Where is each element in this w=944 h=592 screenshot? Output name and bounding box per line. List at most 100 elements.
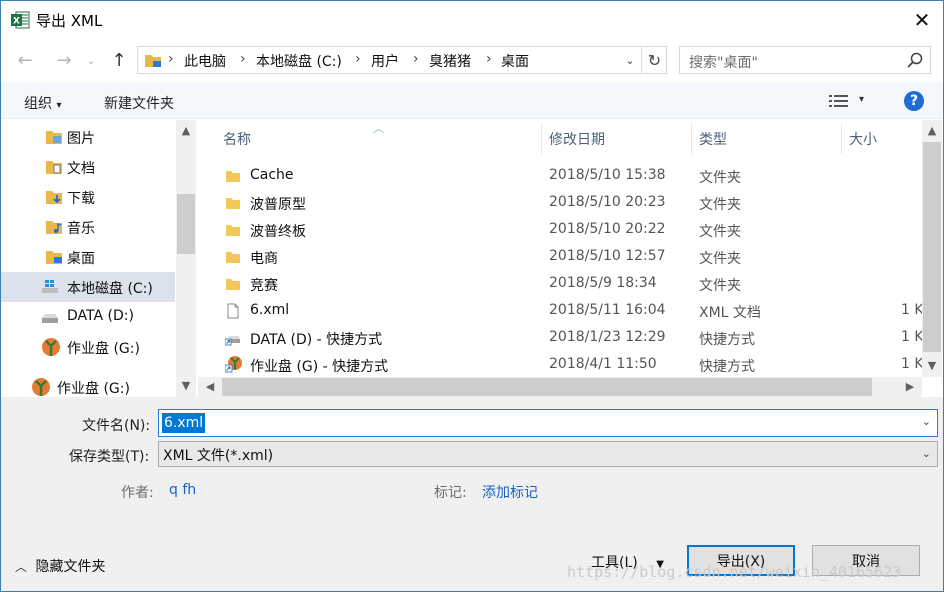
excel-icon: X [11,11,30,29]
file-name: 竞赛 [250,278,278,294]
scroll-down-icon[interactable]: ▼ [922,359,942,372]
breadcrumb-separator: › [240,51,246,67]
file-row-bopu-final[interactable]: 波普终板 2018/5/10 20:22 文件夹 [198,217,922,244]
file-type: 文件夹 [699,170,741,186]
file-row-cache[interactable]: Cache 2018/5/10 15:38 文件夹 [198,163,922,190]
column-header-row: ︿ 名称 修改日期 类型 大小 [198,120,922,156]
organize-label: 组织 [24,96,52,112]
scroll-right-icon[interactable]: ▶ [900,380,920,393]
sidebar-item-pictures[interactable]: 图片 [1,122,175,152]
scrollbar-thumb[interactable] [177,194,195,254]
file-name: 电商 [250,251,278,267]
address-bar[interactable]: › 此电脑 › 本地磁盘 (C:) › 用户 › 臭猪猪 › 桌面 [137,46,642,74]
recent-locations-button[interactable]: ⌄ [82,47,100,73]
file-row-bopu-prototype[interactable]: 波普原型 2018/5/10 20:23 文件夹 [198,190,922,217]
column-header-size[interactable]: 大小 [849,129,877,149]
column-header-date[interactable]: 修改日期 [549,129,605,149]
author-label: 作者: [121,485,154,501]
breadcrumb-user[interactable]: 臭猪猪 [429,51,471,71]
breadcrumb-users[interactable]: 用户 [371,51,399,71]
file-size: 1 K [901,302,924,318]
file-type: 文件夹 [699,224,741,240]
file-list-vertical-scrollbar[interactable]: ▲ ▼ [922,120,942,377]
new-folder-button[interactable]: 新建文件夹 [104,93,174,113]
file-row-data-d-shortcut[interactable]: DATA (D) - 快捷方式 2018/1/23 12:29 快捷方式 1 K [198,325,924,352]
network-drive-icon [42,338,60,356]
view-dropdown-icon[interactable]: ▾ [859,94,864,105]
chevron-down-icon: ⌄ [86,53,96,67]
help-icon[interactable]: ? [904,91,924,111]
close-button[interactable]: ✕ [901,5,943,35]
navigation-scrollbar[interactable]: ▲ ▼ [176,120,196,397]
scrollbar-thumb[interactable] [222,378,872,396]
file-type: 快捷方式 [699,332,755,348]
breadcrumb-separator: › [413,51,419,67]
breadcrumb-local-disk[interactable]: 本地磁盘 (C:) [256,51,342,71]
add-tags-link[interactable]: 添加标记 [482,482,538,502]
downloads-folder-icon [46,191,62,204]
scrollbar-thumb[interactable] [923,142,941,352]
view-options-icon[interactable] [829,94,849,108]
sidebar-item-data-d[interactable]: DATA (D:) [1,302,175,332]
organize-menu[interactable]: 组织 ▾ [24,93,61,113]
search-input[interactable]: 搜索"桌面" [679,46,931,74]
file-date: 2018/5/10 20:22 [549,221,666,237]
file-date: 2018/5/10 15:38 [549,167,666,183]
author-value[interactable]: q fh [169,482,196,498]
chevron-down-icon: ⌄ [625,53,635,67]
filetype-select[interactable]: XML 文件(*.xml) ⌄ [158,441,938,467]
breadcrumb-separator: › [486,51,492,67]
file-type: 文件夹 [699,251,741,267]
column-divider[interactable] [841,124,842,154]
file-date: 2018/5/11 16:04 [549,302,666,318]
sidebar-item-label: 作业盘 (G:) [67,341,140,357]
column-divider[interactable] [691,124,692,154]
filetype-value: XML 文件(*.xml) [163,448,274,464]
file-list-horizontal-scrollbar[interactable]: ◀ ▶ [198,377,922,397]
sidebar-item-documents[interactable]: 文档 [1,152,175,182]
filename-input[interactable]: 6.xml ⌄ [158,409,938,437]
scroll-left-icon[interactable]: ◀ [200,380,220,393]
drive-icon [42,314,58,323]
file-row-homework-g-shortcut[interactable]: 作业盘 (G) - 快捷方式 2018/4/1 11:50 快捷方式 1 K [198,352,924,379]
sidebar-item-label: 音乐 [67,221,95,237]
forward-button[interactable]: → [51,47,77,73]
filename-label: 文件名(N): [82,418,151,434]
chevron-up-icon: ︿ [15,560,28,574]
breadcrumb-desktop[interactable]: 桌面 [501,51,529,71]
refresh-button[interactable]: ↻ [643,46,667,74]
file-date: 2018/1/23 12:29 [549,329,666,345]
sidebar-item-music[interactable]: 音乐 [1,212,175,242]
navigation-pane: 图片 文档 下载 音乐 桌面 本地磁盘 (C:) DATA (D:) 作业盘 (… [1,120,197,397]
breadcrumb-this-pc[interactable]: 此电脑 [184,51,226,71]
search-icon [907,52,923,68]
file-name: 6.xml [250,302,290,318]
sidebar-item-local-disk-c[interactable]: 本地磁盘 (C:) [1,272,175,302]
file-row-6-xml[interactable]: 6.xml 2018/5/11 16:04 XML 文档 1 K [198,298,924,325]
column-header-name[interactable]: 名称 [223,129,251,149]
chevron-down-icon[interactable]: ⌄ [922,415,931,428]
sort-ascending-icon: ︿ [373,122,384,135]
column-divider[interactable] [541,124,542,154]
sidebar-item-desktop[interactable]: 桌面 [1,242,175,272]
back-button[interactable]: ← [12,47,38,73]
hide-folders-toggle[interactable]: ︿ 隐藏文件夹 [15,556,105,576]
file-name: 波普终板 [250,224,306,240]
breadcrumb-separator: › [355,51,361,67]
sidebar-item-homework-g[interactable]: 作业盘 (G:) [1,332,175,362]
window-title: 导出 XML [36,12,103,30]
folder-icon [226,225,240,236]
scroll-up-icon[interactable]: ▲ [922,124,942,137]
refresh-icon: ↻ [647,50,662,70]
up-button[interactable]: ↑ [106,47,132,73]
file-row-ecommerce[interactable]: 电商 2018/5/10 12:57 文件夹 [198,244,922,271]
column-header-type[interactable]: 类型 [699,129,727,149]
file-name: 作业盘 (G) - 快捷方式 [250,359,389,375]
sidebar-item-downloads[interactable]: 下载 [1,182,175,212]
documents-folder-icon [46,161,62,174]
filetype-label: 保存类型(T): [69,449,150,465]
scroll-up-icon[interactable]: ▲ [176,124,196,137]
file-row-competition[interactable]: 竞赛 2018/5/9 18:34 文件夹 [198,271,922,298]
scroll-down-icon[interactable]: ▼ [176,379,196,392]
address-history-dropdown[interactable]: ⌄ [619,46,641,74]
